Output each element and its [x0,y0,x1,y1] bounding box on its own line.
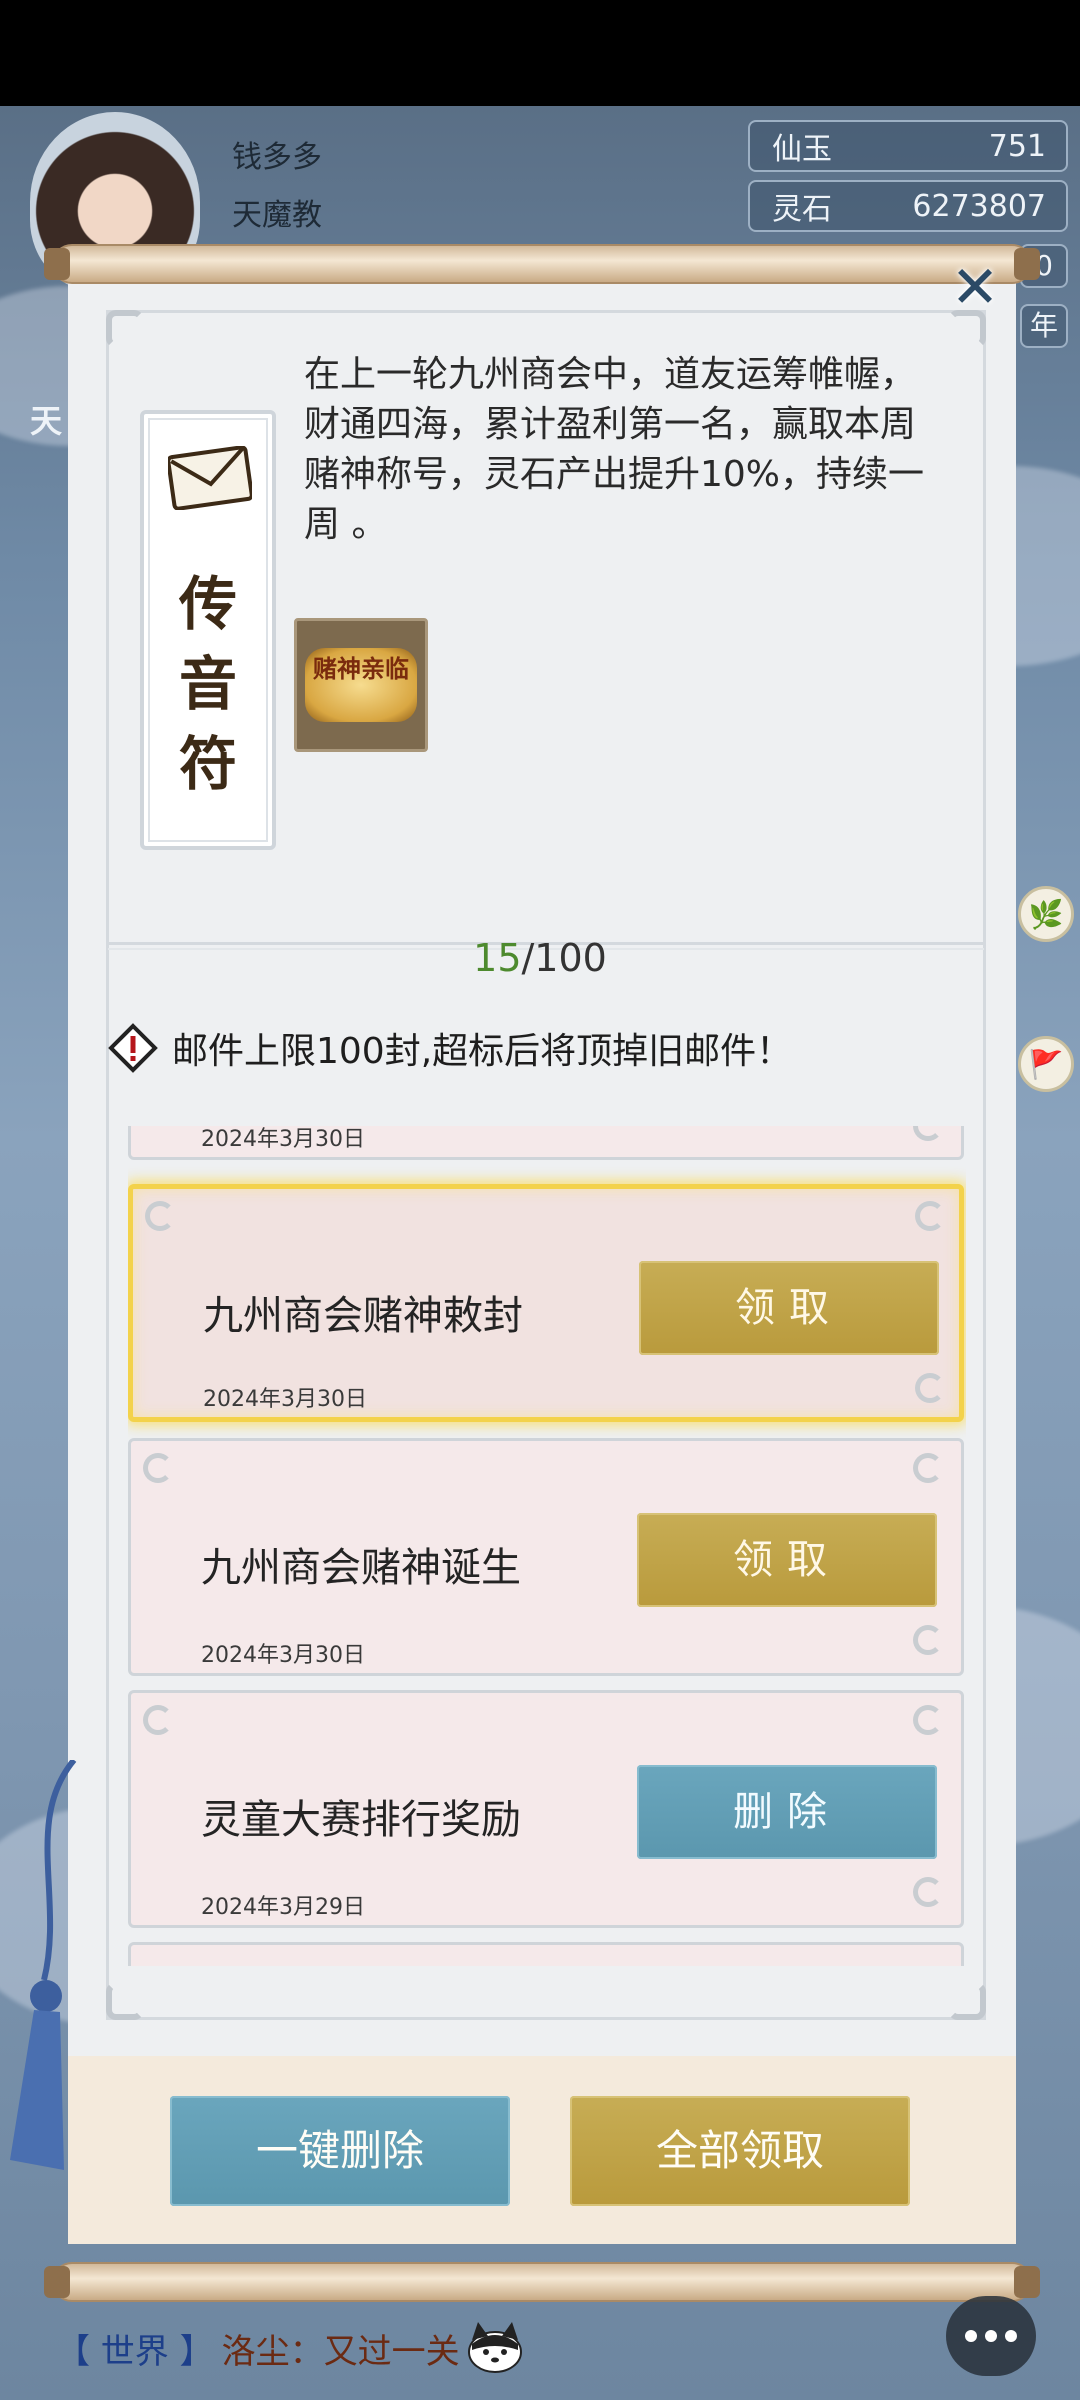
mail-count-max: /100 [521,936,607,980]
item-corner [913,1625,943,1655]
delete-all-button[interactable]: 一键删除 [170,2096,510,2206]
flag-icon[interactable]: 🚩 [1018,1036,1074,1092]
resource-xianyu[interactable]: 仙玉 751 [748,120,1068,172]
scroll-rod-bottom [44,2262,1040,2302]
reward-item[interactable]: 赌神亲临 [294,618,428,752]
close-icon[interactable]: ✕ [940,252,1010,322]
mail-item[interactable]: 九州商会赌神诞生 2024年3月30日 领取 [128,1438,964,1676]
item-corner [915,1373,945,1403]
frame-corner [948,1982,986,2020]
resource-label: 仙玉 [772,132,832,167]
resource-lingshi[interactable]: 灵石 6273807 [748,180,1068,232]
item-corner [145,1201,175,1231]
item-corner [913,1705,943,1735]
player-sect: 天魔教 [232,198,322,233]
player-name: 钱多多 [232,140,322,175]
chat-message: 又过一关 [323,2331,460,2372]
mail-title: 灵童大赛排行奖励 [201,1797,521,1843]
left-side-label[interactable]: 天 [30,396,62,442]
mail-item[interactable]: 2024年3月30日 [128,1126,964,1160]
mail-body-text: 在上一轮九州商会中，道友运筹帷幄，财通四海，累计盈利第一名，赢取本周赌神称号，灵… [304,354,925,545]
resource-label: 灵石 [772,192,832,227]
chat-channel: 【 世界 】 [56,2331,214,2372]
mail-count: 15/100 [0,936,1080,980]
card-title: 传音符 [178,570,237,798]
claim-button[interactable]: 领取 [639,1261,939,1355]
claim-all-button[interactable]: 全部领取 [570,2096,910,2206]
frame-corner [106,1982,144,2020]
mail-date: 2024年3月30日 [201,1643,365,1668]
chat-open-icon[interactable] [946,2296,1036,2376]
leaf-icon[interactable]: 🌿 [1018,886,1074,942]
mail-date: 2024年3月30日 [201,1127,365,1152]
delete-button[interactable]: 删除 [637,1765,937,1859]
mail-item[interactable]: 灵童大赛排行奖励 2024年3月29日 删除 [128,1690,964,1928]
mail-list[interactable]: 2024年3月30日 九州商会赌神敕封 2024年3月30日 领取 九州商会赌神… [128,1126,966,1966]
resource-value: 751 [988,128,1046,164]
world-chat[interactable]: 【 世界 】 洛尘： 又过一关 [56,2318,526,2378]
item-corner [913,1877,943,1907]
mail-count-current: 15 [473,936,522,980]
item-corner [915,1201,945,1231]
mail-item[interactable] [128,1942,964,1966]
resource-value: 6273807 [912,188,1046,224]
reward-item-label: 赌神亲临 [305,648,417,722]
envelope-icon [168,446,252,510]
item-corner [143,1453,173,1483]
warning-icon [108,1023,158,1073]
item-corner [913,1453,943,1483]
frame-corner [106,310,144,348]
notice-text: 邮件上限100封,超标后将顶掉旧邮件！ [172,1031,793,1072]
mail-date: 2024年3月30日 [203,1387,367,1412]
mail-date: 2024年3月29日 [201,1895,365,1920]
item-corner [143,1705,173,1735]
item-corner [913,1126,943,1141]
scroll-rod-top [44,244,1040,284]
status-bar [0,0,1080,106]
cat-emoji-icon [467,2322,522,2373]
mail-type-card: 传音符 [140,410,276,850]
claim-button[interactable]: 领取 [637,1513,937,1607]
chat-speaker: 洛尘： [221,2331,324,2372]
side-tag-partial-2[interactable]: 年 [1020,304,1068,348]
mail-limit-notice: 邮件上限100封,超标后将顶掉旧邮件！ [108,1016,868,1080]
mail-item-selected[interactable]: 九州商会赌神敕封 2024年3月30日 领取 [128,1184,964,1422]
tassel-decoration [10,1760,77,2170]
mail-title: 九州商会赌神敕封 [203,1293,523,1339]
mail-title: 九州商会赌神诞生 [201,1545,521,1591]
